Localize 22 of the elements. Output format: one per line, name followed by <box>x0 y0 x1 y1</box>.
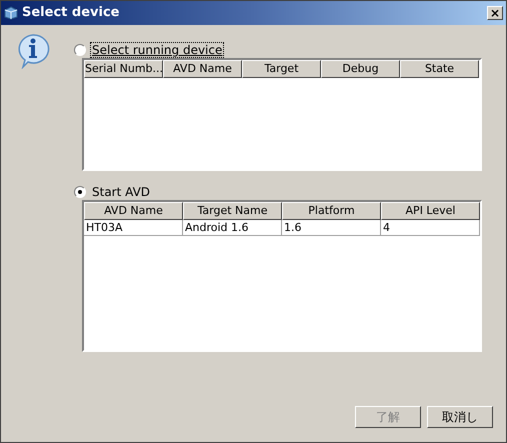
column-header[interactable]: Serial Numb... <box>84 60 163 78</box>
column-header[interactable]: API Level <box>381 202 480 220</box>
column-header[interactable]: AVD Name <box>163 60 242 78</box>
table-cell: HT03A <box>84 220 183 236</box>
column-header[interactable]: Debug <box>321 60 400 78</box>
dialog-button[interactable]: 取消し <box>427 406 493 428</box>
column-header[interactable]: Target <box>242 60 321 78</box>
radio-label[interactable]: Start AVD <box>91 185 152 199</box>
table-cell: Android 1.6 <box>183 220 282 236</box>
column-header[interactable]: Target Name <box>183 202 282 220</box>
table-cell: 1.6 <box>282 220 381 236</box>
radio-button[interactable] <box>74 44 86 56</box>
info-icon <box>16 33 50 69</box>
column-header[interactable]: Platform <box>282 202 381 220</box>
cube-icon <box>4 6 18 20</box>
window-title: Select device <box>22 4 120 22</box>
column-header[interactable]: AVD Name <box>84 202 183 220</box>
radio-label[interactable]: Select running device <box>91 43 224 57</box>
radio-button[interactable] <box>74 186 86 198</box>
close-button[interactable]: × <box>487 6 503 20</box>
column-header[interactable]: State <box>400 60 479 78</box>
table-cell: 4 <box>381 220 480 236</box>
